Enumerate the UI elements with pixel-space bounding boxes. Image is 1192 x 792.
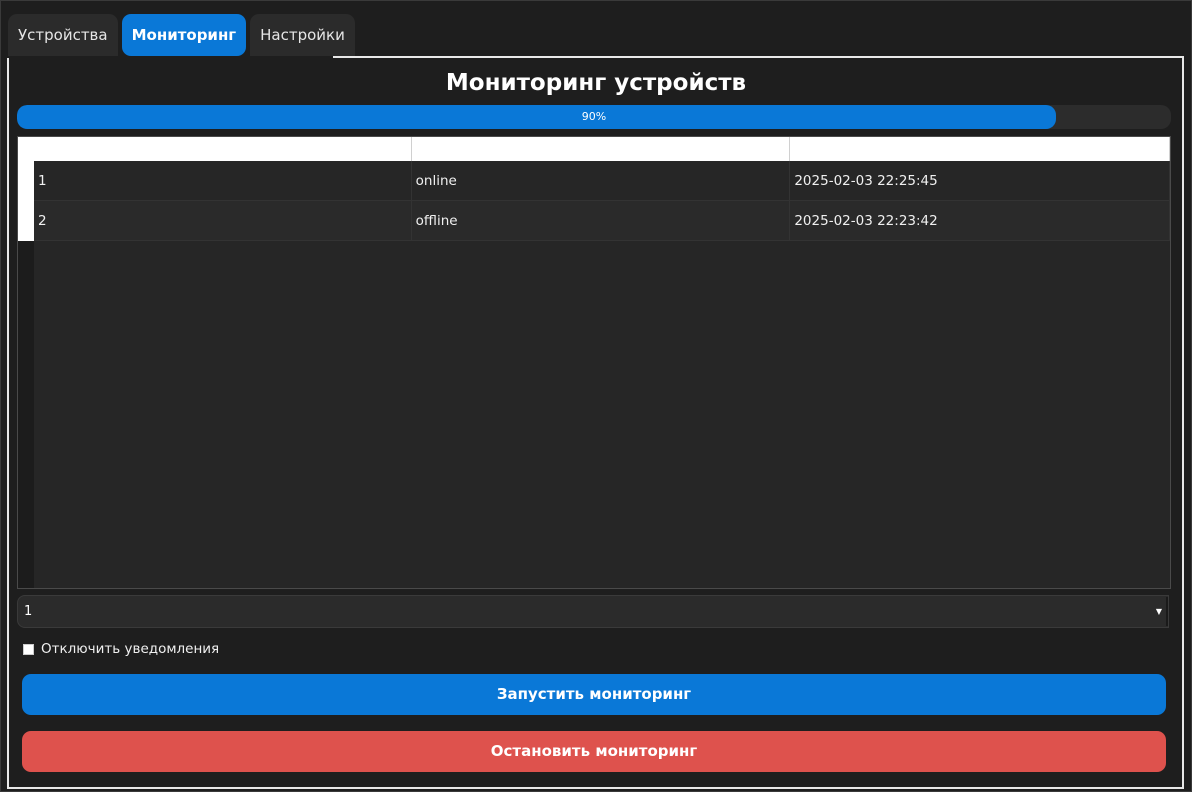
chevron-down-icon[interactable]: ▼	[1153, 596, 1165, 627]
panel-tab-gap	[7, 56, 333, 58]
tab-bar: Устройства Мониторинг Настройки	[8, 14, 355, 56]
table-header	[34, 137, 1171, 161]
device-select[interactable]: 1 ▼	[17, 595, 1169, 628]
column-header-1[interactable]	[34, 137, 412, 161]
tab-settings[interactable]: Настройки	[250, 14, 355, 56]
tab-devices[interactable]: Устройства	[8, 14, 118, 56]
device-select-value: 1	[24, 604, 33, 619]
cell-timestamp[interactable]: 2025-02-03 22:23:42	[790, 201, 1171, 240]
cell-status[interactable]: online	[412, 161, 791, 200]
select-edge	[1166, 597, 1168, 626]
progress-bar: 90%	[17, 105, 1171, 129]
tab-monitoring[interactable]: Мониторинг	[121, 14, 247, 56]
cell-timestamp[interactable]: 2025-02-03 22:25:45	[790, 161, 1171, 200]
stop-monitoring-button[interactable]: Остановить мониторинг	[22, 731, 1166, 772]
devices-table[interactable]: 1 online 2025-02-03 22:25:45 2 offline 2…	[17, 136, 1171, 589]
cell-device-id[interactable]: 1	[34, 161, 412, 200]
row-header-gutter	[18, 137, 34, 588]
row-header-column	[18, 137, 34, 241]
column-header-3[interactable]	[790, 137, 1171, 161]
table-row[interactable]: 2 offline 2025-02-03 22:23:42	[34, 201, 1171, 241]
notifications-checkbox-label[interactable]: Отключить уведомления	[41, 641, 219, 657]
cell-status[interactable]: offline	[412, 201, 791, 240]
cell-device-id[interactable]: 2	[34, 201, 412, 240]
start-monitoring-button[interactable]: Запустить мониторинг	[22, 674, 1166, 715]
page-title: Мониторинг устройств	[445, 70, 747, 96]
notifications-checkbox[interactable]	[23, 643, 34, 655]
table-row[interactable]: 1 online 2025-02-03 22:25:45	[34, 161, 1171, 201]
column-header-2[interactable]	[412, 137, 791, 161]
notifications-toggle[interactable]: Отключить уведомления	[23, 641, 219, 657]
progress-label: 90%	[581, 110, 607, 123]
